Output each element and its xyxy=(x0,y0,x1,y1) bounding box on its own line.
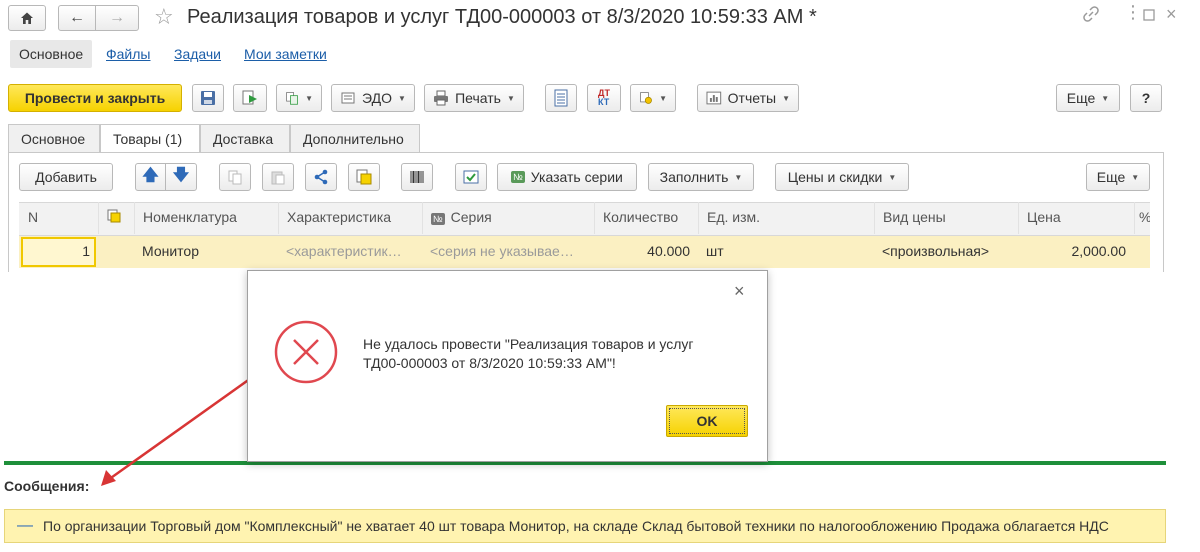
error-icon xyxy=(274,320,338,384)
error-dialog: × Не удалось провести "Реализация товаро… xyxy=(247,270,768,462)
dialog-message-line-2: ТД00-000003 от 8/3/2020 10:59:33 AM"! xyxy=(363,355,616,371)
annotation-arrow-head xyxy=(101,470,116,486)
ok-button[interactable]: OK xyxy=(666,405,748,437)
dialog-message-line-1: Не удалось провести "Реализация товаров … xyxy=(363,336,694,352)
annotation-arrow-line xyxy=(107,364,269,482)
dialog-close-icon[interactable]: × xyxy=(734,281,745,302)
ok-label: OK xyxy=(696,413,718,429)
